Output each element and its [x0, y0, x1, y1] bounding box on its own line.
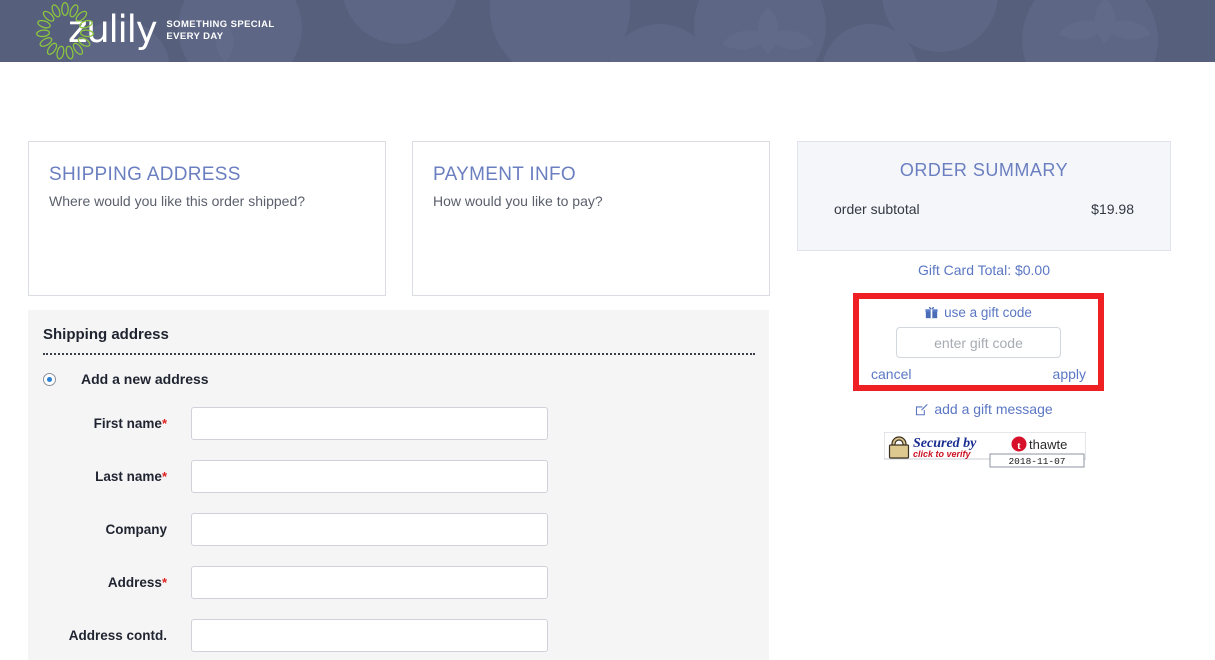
gift-code-cancel-button[interactable]: cancel — [871, 366, 911, 382]
field-label-address: Address* — [28, 575, 168, 590]
field-label-first-name: First name* — [28, 416, 168, 431]
order-subtotal-label: order subtotal — [834, 201, 920, 217]
add-new-address-radio[interactable] — [43, 372, 56, 386]
add-new-address-option[interactable]: Add a new address — [28, 355, 769, 387]
thawte-brand-text: thawte — [1029, 437, 1067, 452]
order-summary-title: ORDER SUMMARY — [899, 160, 1069, 180]
add-gift-message-link[interactable]: add a gift message — [797, 401, 1171, 417]
order-subtotal-value: $19.98 — [1091, 201, 1134, 217]
use-gift-code-link[interactable]: use a gift code — [859, 299, 1098, 320]
gift-code-actions: cancel apply — [859, 358, 1098, 382]
payment-card-title: PAYMENT INFO — [433, 164, 576, 185]
field-label-text: Company — [105, 522, 167, 537]
required-asterisk: * — [161, 416, 167, 431]
payment-info-card[interactable]: PAYMENT INFO How would you like to pay? — [412, 141, 770, 296]
input-last-name[interactable] — [191, 460, 548, 493]
brand-tagline: SOMETHING SPECIAL EVERY DAY — [166, 19, 274, 43]
gift-box-icon — [925, 306, 938, 319]
shipping-card-title: SHIPPING ADDRESS — [49, 164, 241, 185]
site-header: zulily SOMETHING SPECIAL EVERY DAY — [0, 0, 1215, 62]
shipping-address-card[interactable]: SHIPPING ADDRESS Where would you like th… — [28, 141, 386, 296]
thawte-date: 2018-11-07 — [1008, 456, 1065, 467]
order-subtotal-row: order subtotal $19.98 — [798, 181, 1170, 217]
gift-code-apply-button[interactable]: apply — [1053, 366, 1086, 382]
add-gift-message-label: add a gift message — [934, 401, 1053, 417]
input-first-name[interactable] — [191, 407, 548, 440]
field-row-address: Address* — [28, 566, 769, 599]
form-heading: Shipping address — [43, 326, 169, 343]
field-row-address-contd: Address contd. — [28, 619, 769, 652]
field-label-text: Address — [107, 575, 162, 590]
field-row-company: Company — [28, 513, 769, 546]
required-asterisk: * — [161, 575, 167, 590]
field-row-first-name: First name* — [28, 407, 769, 440]
field-label-company: Company — [28, 522, 168, 537]
field-label-last-name: Last name* — [28, 469, 168, 484]
wreath-icon — [36, 2, 94, 60]
thawte-logo-mark: t — [1017, 440, 1021, 452]
input-address-contd[interactable] — [191, 619, 548, 652]
gift-card-total: Gift Card Total: $0.00 — [917, 262, 1051, 278]
field-label-address-contd: Address contd. — [28, 628, 168, 643]
required-asterisk: * — [161, 469, 167, 484]
order-summary-panel: ORDER SUMMARY order subtotal $19.98 — [797, 141, 1171, 251]
gift-code-panel: use a gift code cancel apply — [853, 293, 1104, 391]
payment-card-subtitle: How would you like to pay? — [433, 193, 603, 209]
use-gift-code-label: use a gift code — [944, 305, 1032, 320]
shipping-address-form: Shipping address Add a new address First… — [28, 310, 769, 660]
field-row-last-name: Last name* — [28, 460, 769, 493]
input-company[interactable] — [191, 513, 548, 546]
tagline-line-1: SOMETHING SPECIAL — [166, 19, 275, 30]
tagline-line-2: EVERY DAY — [166, 31, 224, 42]
form-field-list: First name* Last name* Company Address* Addr… — [28, 407, 769, 652]
field-label-text: Last name — [95, 469, 162, 484]
input-address[interactable] — [191, 566, 548, 599]
shipping-card-subtitle: Where would you like this order shipped? — [49, 193, 306, 209]
gift-code-input[interactable] — [896, 327, 1061, 358]
pencil-square-icon — [916, 403, 929, 415]
thawte-click-to-verify-text: click to verify — [913, 449, 972, 459]
field-label-text: Address contd. — [68, 628, 167, 643]
brand-logo[interactable]: zulily SOMETHING SPECIAL EVERY DAY — [36, 2, 275, 60]
add-new-address-label: Add a new address — [81, 371, 209, 387]
field-label-text: First name — [93, 416, 162, 431]
thawte-security-seal[interactable]: Secured by click to verify t thawte 2018… — [884, 432, 1086, 468]
